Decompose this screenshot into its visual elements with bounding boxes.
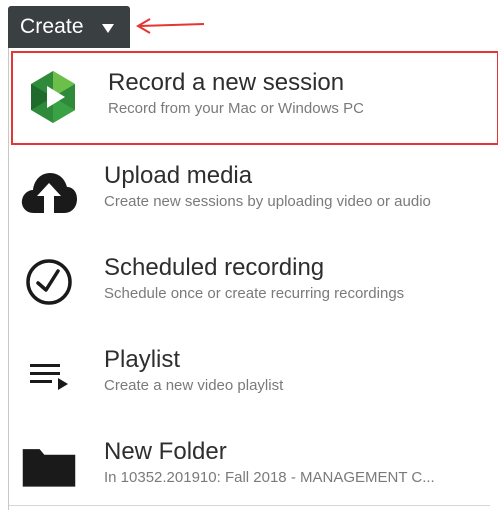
- clock-icon: [19, 252, 79, 312]
- menu-item-playlist[interactable]: Playlist Create a new video playlist: [9, 332, 497, 426]
- menu-item-subtitle: Create a new video playlist: [104, 377, 284, 394]
- create-button[interactable]: Create: [8, 6, 130, 48]
- create-dropdown-menu: Record a new session Record from your Ma…: [8, 48, 498, 510]
- menu-item-subtitle: Schedule once or create recurring record…: [104, 285, 405, 302]
- folder-icon: [19, 436, 79, 496]
- menu-item-title: Upload media: [104, 162, 253, 189]
- menu-item-subtitle: Record from your Mac or Windows PC: [108, 100, 364, 117]
- panopto-logo-icon: [23, 67, 83, 127]
- create-button-label: Create: [20, 15, 84, 38]
- playlist-icon: [19, 346, 79, 406]
- menu-item-title: Record a new session: [108, 69, 345, 96]
- annotation-arrow-icon: [136, 18, 205, 34]
- caret-down-icon: [101, 24, 114, 33]
- menu-item-title: New Folder: [104, 438, 227, 465]
- menu-item-scheduled-recording[interactable]: Scheduled recording Schedule once or cre…: [9, 240, 497, 334]
- menu-item-upload-media[interactable]: Upload media Create new sessions by uplo…: [9, 148, 497, 242]
- menu-item-subtitle: In 10352.201910: Fall 2018 - MANAGEMENT …: [104, 469, 435, 486]
- cloud-upload-icon: [19, 162, 79, 222]
- menu-item-new-folder[interactable]: New Folder In 10352.201910: Fall 2018 - …: [9, 424, 497, 514]
- create-menu-page: Create Record a new session Record from …: [0, 0, 498, 514]
- menu-item-subtitle: Create new sessions by uploading video o…: [104, 193, 431, 210]
- menu-item-title: Playlist: [104, 346, 181, 373]
- menu-item-record-session[interactable]: Record a new session Record from your Ma…: [11, 51, 498, 145]
- menu-bottom-divider: [9, 505, 490, 506]
- menu-item-title: Scheduled recording: [104, 254, 325, 281]
